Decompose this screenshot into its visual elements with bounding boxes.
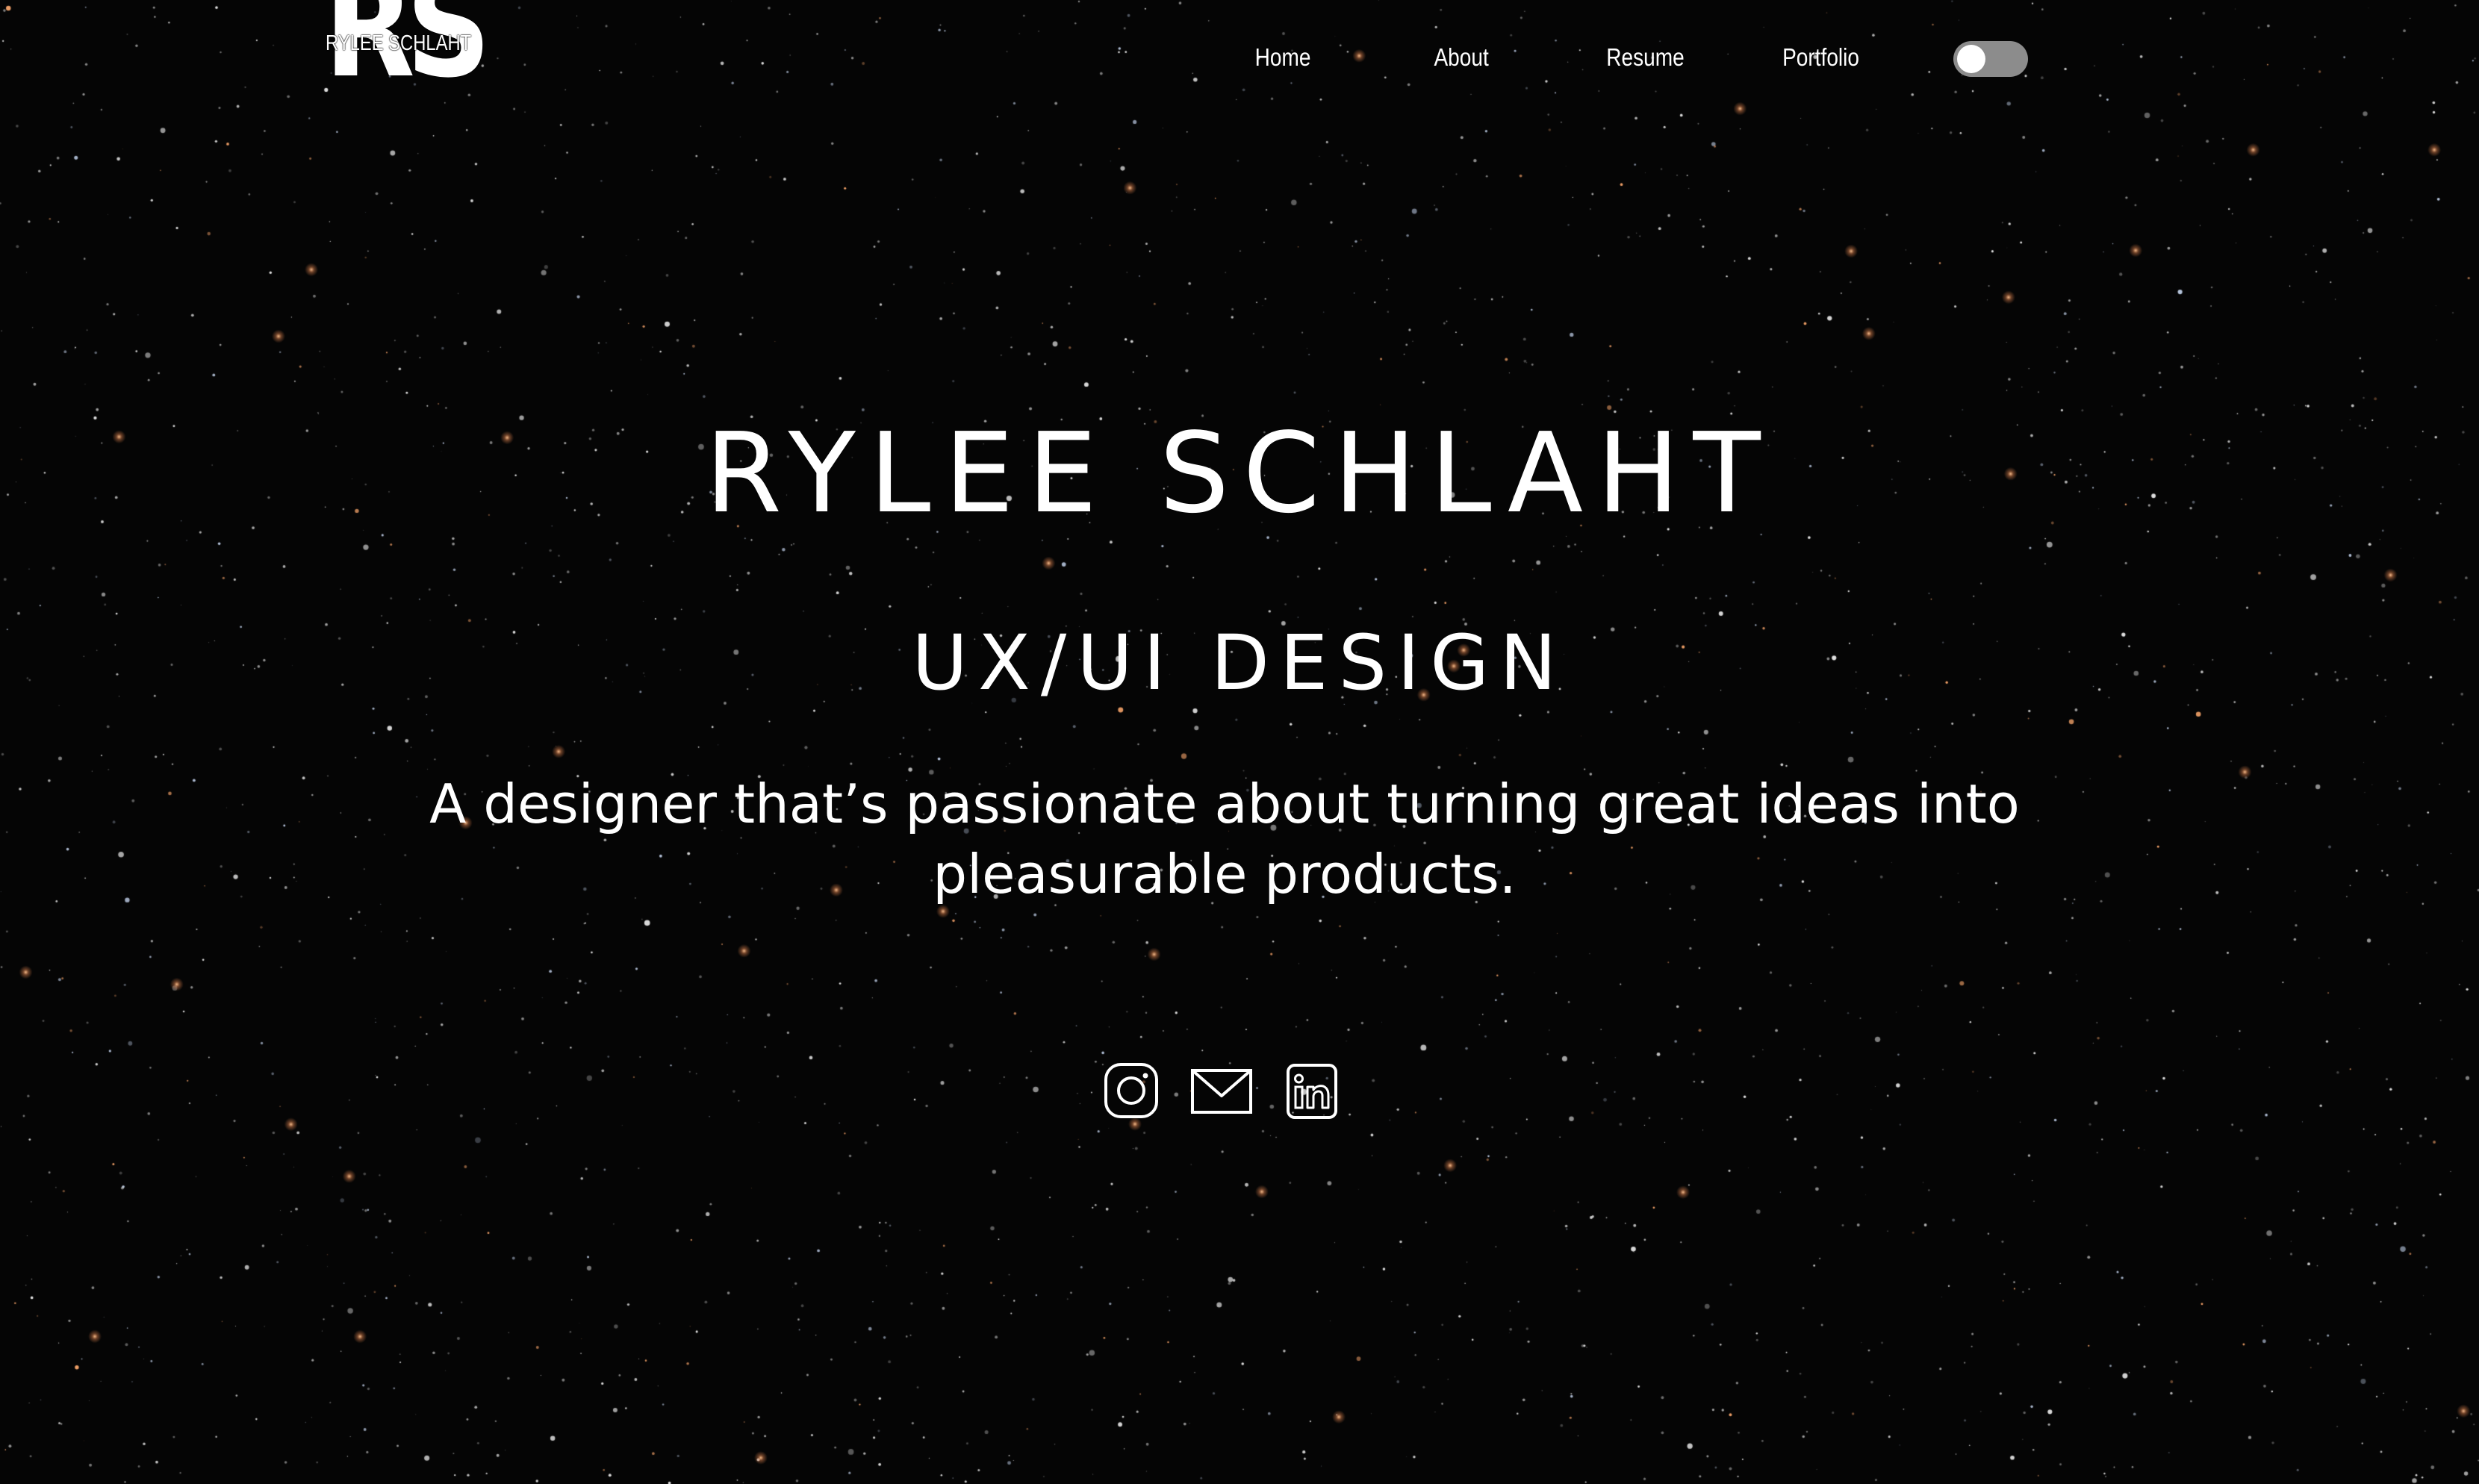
email-link[interactable] — [1190, 1061, 1253, 1121]
main-nav: Home About Resume Portfolio — [0, 43, 2479, 76]
linkedin-icon — [1287, 1064, 1337, 1119]
hero-tagline: A designer that’s passionate about turni… — [429, 773, 2020, 905]
instagram-link[interactable] — [1104, 1061, 1159, 1121]
hero-role: UX/UI DESIGN — [912, 619, 1567, 708]
nav-link-about[interactable]: About — [1434, 43, 1488, 72]
starfield-background — [0, 0, 2479, 1484]
linkedin-link[interactable] — [1286, 1061, 1338, 1121]
hero-name: RYLEE SCHLAHT — [705, 409, 1774, 537]
nav-link-portfolio[interactable]: Portfolio — [1782, 43, 1859, 72]
social-links — [0, 1061, 2479, 1121]
nav-link-resume[interactable]: Resume — [1606, 43, 1684, 72]
nav-link-home[interactable]: Home — [1255, 43, 1311, 72]
toggle-knob — [1957, 45, 1985, 73]
instagram-icon — [1104, 1063, 1158, 1118]
theme-toggle[interactable] — [1953, 41, 2028, 77]
mail-icon — [1191, 1069, 1252, 1114]
